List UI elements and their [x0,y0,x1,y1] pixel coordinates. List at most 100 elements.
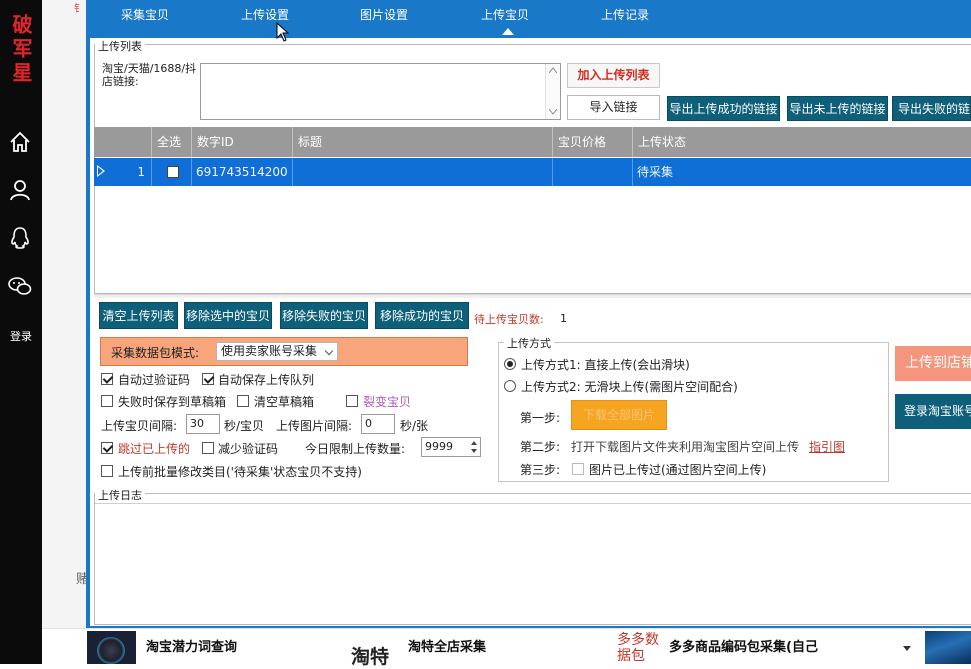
dropdown-arrow-icon[interactable] [903,646,911,651]
collect-mode-label: 采集数据包模式: [111,346,200,360]
upload-list-title: 上传列表 [95,38,145,54]
id-column-header[interactable]: 数字ID [192,127,293,157]
login-link[interactable]: 登录 [0,328,42,344]
upload-log-textarea[interactable] [95,503,971,624]
download-all-images-button[interactable]: 下载全部图片 [571,400,667,430]
link-textarea-scrollbar[interactable] [545,64,560,119]
export-unuploaded-links-button[interactable]: 导出未上传的链接 [787,96,888,121]
row-price [553,158,633,186]
tab-upload-records[interactable]: 上传记录 [601,6,649,23]
scroll-up-icon[interactable] [549,67,557,73]
clear-drafts-label: 清空草稿箱 [254,395,315,409]
mouse-cursor-icon [276,22,290,42]
step1-label: 第一步: [520,411,561,425]
upload-to-shop-button[interactable]: 上传到店铺 [895,346,971,381]
link-input-label: 淘宝/天猫/1688/抖店链接: [102,62,197,88]
background-text-fragment: 钅 [74,4,84,15]
auto-save-queue-checkbox[interactable] [202,373,214,385]
tab-upload-items[interactable]: 上传宝贝 [481,6,529,23]
export-failed-links-button[interactable]: 导出失败的链接 [892,96,971,121]
save-draft-on-fail-checkbox[interactable] [101,395,113,407]
tab-upload-settings[interactable]: 上传设置 [241,6,289,23]
auto-save-queue-label: 自动保存上传队列 [218,373,315,387]
import-links-button[interactable]: 导入链接 [567,95,660,120]
step3-label: 第三步: [520,463,561,477]
current-row-pointer-inner [98,167,103,175]
upload-grid-header: 全选 数字ID 标题 宝贝价格 上传状态 [94,127,971,157]
upload-method-2-label: 上传方式2: 无滑块上传(需图片空间配合) [521,380,738,394]
skip-uploaded-checkbox[interactable] [101,442,113,454]
tab-bar [90,0,971,38]
fission-checkbox[interactable] [346,395,358,407]
clear-upload-list-button[interactable]: 清空上传列表 [99,302,178,329]
daily-limit-value: 9999 [425,440,453,453]
price-column-header[interactable]: 宝贝价格 [553,127,633,157]
status-column-header[interactable]: 上传状态 [633,127,971,157]
pending-count-label: 待上传宝贝数: [474,313,544,326]
image-interval-input[interactable]: 0 [361,414,395,434]
auto-captcha-label: 自动过验证码 [118,373,191,387]
upload-log-title: 上传日志 [95,487,145,503]
row-status: 待采集 [637,165,674,179]
row-id: 691743514200 [192,158,293,186]
save-draft-on-fail-label: 失败时保存到草稿箱 [118,395,227,409]
add-to-upload-list-button[interactable]: 加入上传列表 [567,63,660,88]
reduce-captcha-label: 减少验证码 [218,442,279,456]
duoduo-logo: 多多数据包 [617,632,659,664]
remove-success-button[interactable]: 移除成功的宝贝 [375,302,469,329]
fission-label: 裂变宝贝 [363,395,412,409]
bottom-link-duoduo-collect[interactable]: 多多商品编码包采集(自己 [669,636,818,655]
tab-collect[interactable]: 采集宝贝 [121,6,169,23]
qq-icon[interactable] [6,224,34,252]
link-textarea[interactable] [200,63,561,120]
batch-category-checkbox[interactable] [101,465,113,477]
clear-drafts-checkbox[interactable] [237,395,249,407]
background-page [42,0,90,664]
export-success-links-button[interactable]: 导出上传成功的链接 [667,96,780,121]
taote-logo: 淘特 [351,646,390,668]
daily-limit-label: 今日限制上传数量: [305,442,406,456]
active-tab-indicator [502,28,514,35]
table-row[interactable]: 1 691743514200 待采集 [94,158,971,186]
tab-image-settings[interactable]: 图片设置 [360,6,408,23]
row-header-col [94,127,152,157]
home-icon[interactable] [6,128,34,156]
bottom-link-keyword-query[interactable]: 淘宝潜力词查询 [146,636,237,655]
images-uploaded-checkbox[interactable] [572,463,584,475]
upload-interval-input[interactable]: 30 [186,414,220,434]
user-icon[interactable] [6,176,34,204]
auto-captcha-checkbox[interactable] [101,373,113,385]
image-interval-unit: 秒/张 [400,419,429,433]
reduce-captcha-checkbox[interactable] [202,442,214,454]
wechat-icon[interactable] [6,272,34,300]
promo-thumbnail[interactable] [925,631,971,664]
skip-uploaded-label: 跳过已上传的 [118,442,191,456]
list-divider [94,294,971,298]
batch-category-label: 上传前批量修改类目('待采集'状态宝贝不支持) [118,465,362,479]
login-taobao-button[interactable]: 登录淘宝账号 [895,394,971,429]
upload-method-2-radio[interactable] [504,380,516,392]
bottom-link-taote-collect[interactable]: 淘特全店采集 [408,636,486,655]
collect-mode-select[interactable]: 使用卖家账号采集 [216,342,338,361]
upload-interval-unit: 秒/宝贝 [224,419,265,433]
tool-thumbnail-graphic [97,637,125,664]
brand-logo: 破军星 [9,14,33,86]
row-title [293,158,553,186]
spinner-arrows-icon[interactable] [470,439,478,455]
images-uploaded-label: 图片已上传过(通过图片空间上传) [589,463,767,477]
scroll-down-icon[interactable] [549,109,557,115]
image-interval-label: 上传图片间隔: [276,419,353,433]
daily-limit-input[interactable]: 9999 [421,437,481,457]
upload-method-title: 上传方式 [504,335,554,351]
pending-count-value: 1 [560,312,567,325]
select-all-header[interactable]: 全选 [152,127,192,157]
title-column-header[interactable]: 标题 [293,127,553,157]
remove-selected-button[interactable]: 移除选中的宝贝 [184,302,272,329]
upload-method-1-radio[interactable] [504,358,516,370]
step2-text: 打开下载图片文件夹利用淘宝图片空间上传 [571,440,800,454]
remove-failed-button[interactable]: 移除失败的宝贝 [280,302,368,329]
row-checkbox[interactable] [167,166,179,178]
guide-image-link[interactable]: 指引图 [809,438,845,455]
upload-method-1-label: 上传方式1: 直接上传(会出滑块) [521,358,690,372]
step2-label: 第二步: [520,440,561,454]
